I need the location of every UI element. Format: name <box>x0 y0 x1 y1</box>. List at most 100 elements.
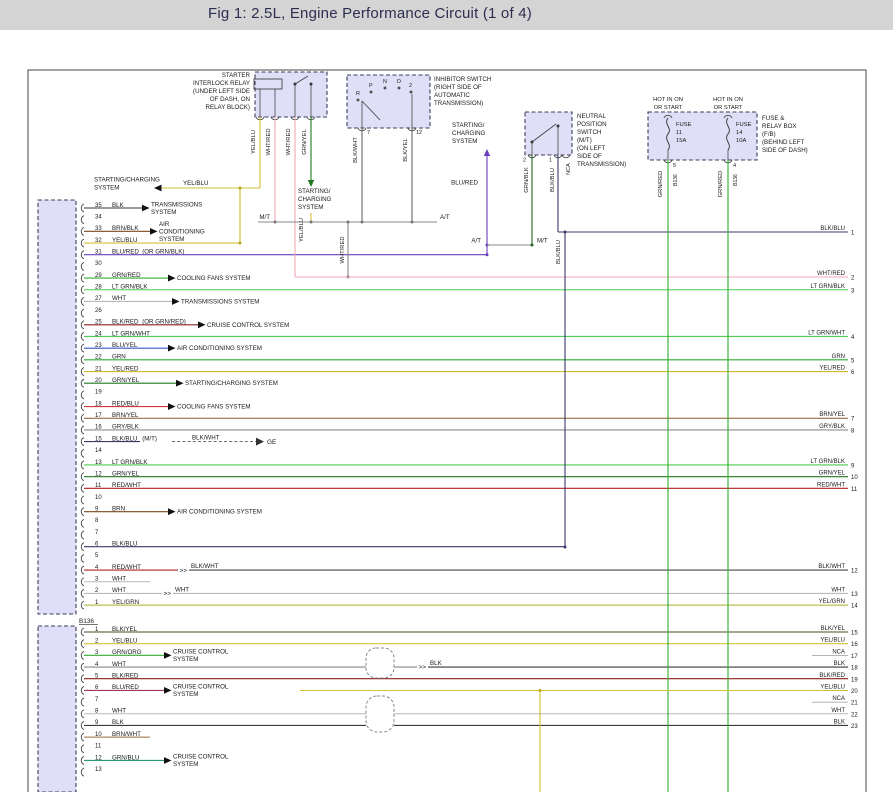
component-label: NEUTRAL <box>577 113 606 120</box>
wiring-diagram: B13635BLKTRANSMISSIONSSYSTEM3433BRN/BLKA… <box>0 30 893 792</box>
system-callout: AIR CONDITIONING SYSTEM <box>177 345 262 352</box>
right-wire-label: NCA <box>832 696 845 702</box>
system-callout: CRUISE CONTROL SYSTEM <box>207 322 289 329</box>
right-wire-label: NCA <box>832 649 845 655</box>
pin-number: 10 <box>95 495 102 501</box>
pin-hook <box>81 640 84 648</box>
system-callout: CHARGING <box>298 196 332 203</box>
right-wire-label: BLK <box>834 720 845 726</box>
junction-dot <box>347 221 350 224</box>
right-wire-number: 4 <box>851 335 855 341</box>
right-wire-label: BLK/BLU <box>820 226 845 232</box>
component-label: AUTOMATIC <box>434 92 470 99</box>
right-wire-label: BLK/RED <box>819 673 845 679</box>
right-wire-label: BRN/YEL <box>819 412 845 418</box>
component-label: OF DASH, ON <box>210 96 250 103</box>
right-wire-label: WHT/RED <box>817 271 846 277</box>
pin-hook <box>81 344 84 352</box>
pin-hook <box>81 675 84 683</box>
pin-hook <box>81 531 84 539</box>
pin-hook <box>81 473 84 481</box>
component-label: INHIBITOR SWITCH <box>434 76 491 83</box>
pin-hook <box>81 274 84 282</box>
connector-ref: B136 <box>673 174 679 186</box>
system-callout: CRUISE CONTROL <box>173 649 229 656</box>
right-wire-number: 6 <box>851 370 855 376</box>
right-wire-label: GRN/YEL <box>819 471 846 477</box>
junction-dot <box>239 187 242 190</box>
pin-hook <box>81 686 84 694</box>
pin-number: 11 <box>95 744 102 750</box>
inline-connector <box>366 696 394 732</box>
wire-label-vertical: GRN/RED <box>658 171 664 198</box>
pin-hook <box>81 461 84 469</box>
right-wire-number: 16 <box>851 642 858 648</box>
right-wire-number: 8 <box>851 428 855 434</box>
pin-hook <box>81 403 84 411</box>
pin-hook <box>81 508 84 516</box>
b136-connector-label: B136 <box>79 618 94 625</box>
junction-dot <box>239 242 242 245</box>
right-wire-number: 15 <box>851 631 858 637</box>
component-label: SWITCH <box>577 129 601 136</box>
system-callout: COOLING FANS SYSTEM <box>177 404 251 411</box>
junction-dot <box>486 253 489 256</box>
connector-ref: B136 <box>733 174 739 186</box>
pin-hook <box>81 733 84 741</box>
system-callout: SYSTEM <box>173 691 198 698</box>
pin-hook <box>81 239 84 247</box>
hot-label: OR START <box>654 105 683 111</box>
pin-hook <box>81 601 84 609</box>
junction-dot <box>539 689 542 692</box>
right-wire-label: YEL/BLU <box>820 685 845 691</box>
right-wire-number: 2 <box>851 276 855 282</box>
right-wire-number: 5 <box>851 358 855 364</box>
right-wire-number: 20 <box>851 689 858 695</box>
right-wire-number: 11 <box>851 487 858 493</box>
pin-number: 2 <box>523 158 526 164</box>
system-callout: AIR <box>159 221 170 228</box>
pin-hook <box>81 721 84 729</box>
pin-hook <box>81 321 84 329</box>
pin-hook <box>81 332 84 340</box>
variant-label: M/T <box>259 214 270 221</box>
right-wire-label: GRN <box>832 354 845 360</box>
connector-chevron: >> <box>164 591 172 598</box>
connector-chevron: >> <box>180 567 188 574</box>
callout-arrow <box>164 652 172 659</box>
pin-hook <box>81 391 84 399</box>
component-label: SIDE OF DASH) <box>762 147 808 154</box>
right-wire-label: LT GRN/BLK <box>811 459 845 465</box>
pin-number: 8 <box>95 518 99 524</box>
right-wire-number: 17 <box>851 654 858 660</box>
pin-number: 19 <box>95 390 102 396</box>
callout-arrow <box>198 321 206 328</box>
junction-dot <box>384 87 387 90</box>
down-arrow <box>308 180 314 187</box>
system-callout: STARTING/ <box>452 122 485 129</box>
pin-hook <box>81 216 84 224</box>
inline-connector <box>366 648 394 678</box>
wire-label: BLU/RED <box>451 180 478 187</box>
junction-dot <box>370 91 373 94</box>
wire-label-vertical: YEL/BLU <box>251 130 257 154</box>
component-label: RELAY BLOCK) <box>206 104 250 111</box>
component-label: (M/T) <box>577 137 592 144</box>
fuse-amps: 10A <box>736 138 746 144</box>
wire-label: BLK/WHT <box>191 563 219 570</box>
system-callout: TRANSMISSIONS SYSTEM <box>181 298 259 305</box>
system-callout: COOLING FANS SYSTEM <box>177 275 251 282</box>
title-bar: Fig 1: 2.5L, Engine Performance Circuit … <box>0 0 893 30</box>
right-wire-label: YEL/GRN <box>819 599 845 605</box>
fuse-amps: 15A <box>676 138 686 144</box>
pin-number: 4 <box>733 163 736 169</box>
right-wire-label: BLK/WHT <box>818 564 845 570</box>
fuse-label: FUSE <box>736 122 752 128</box>
switch-position: 2 <box>409 83 412 89</box>
pin-hook <box>81 204 84 212</box>
component-label: FUSE & <box>762 115 785 122</box>
system-callout: STARTING/ <box>298 188 331 195</box>
figure-title: Fig 1: 2.5L, Engine Performance Circuit … <box>0 5 740 22</box>
pin-hook <box>81 414 84 422</box>
component-label: (ON LEFT <box>577 145 605 152</box>
